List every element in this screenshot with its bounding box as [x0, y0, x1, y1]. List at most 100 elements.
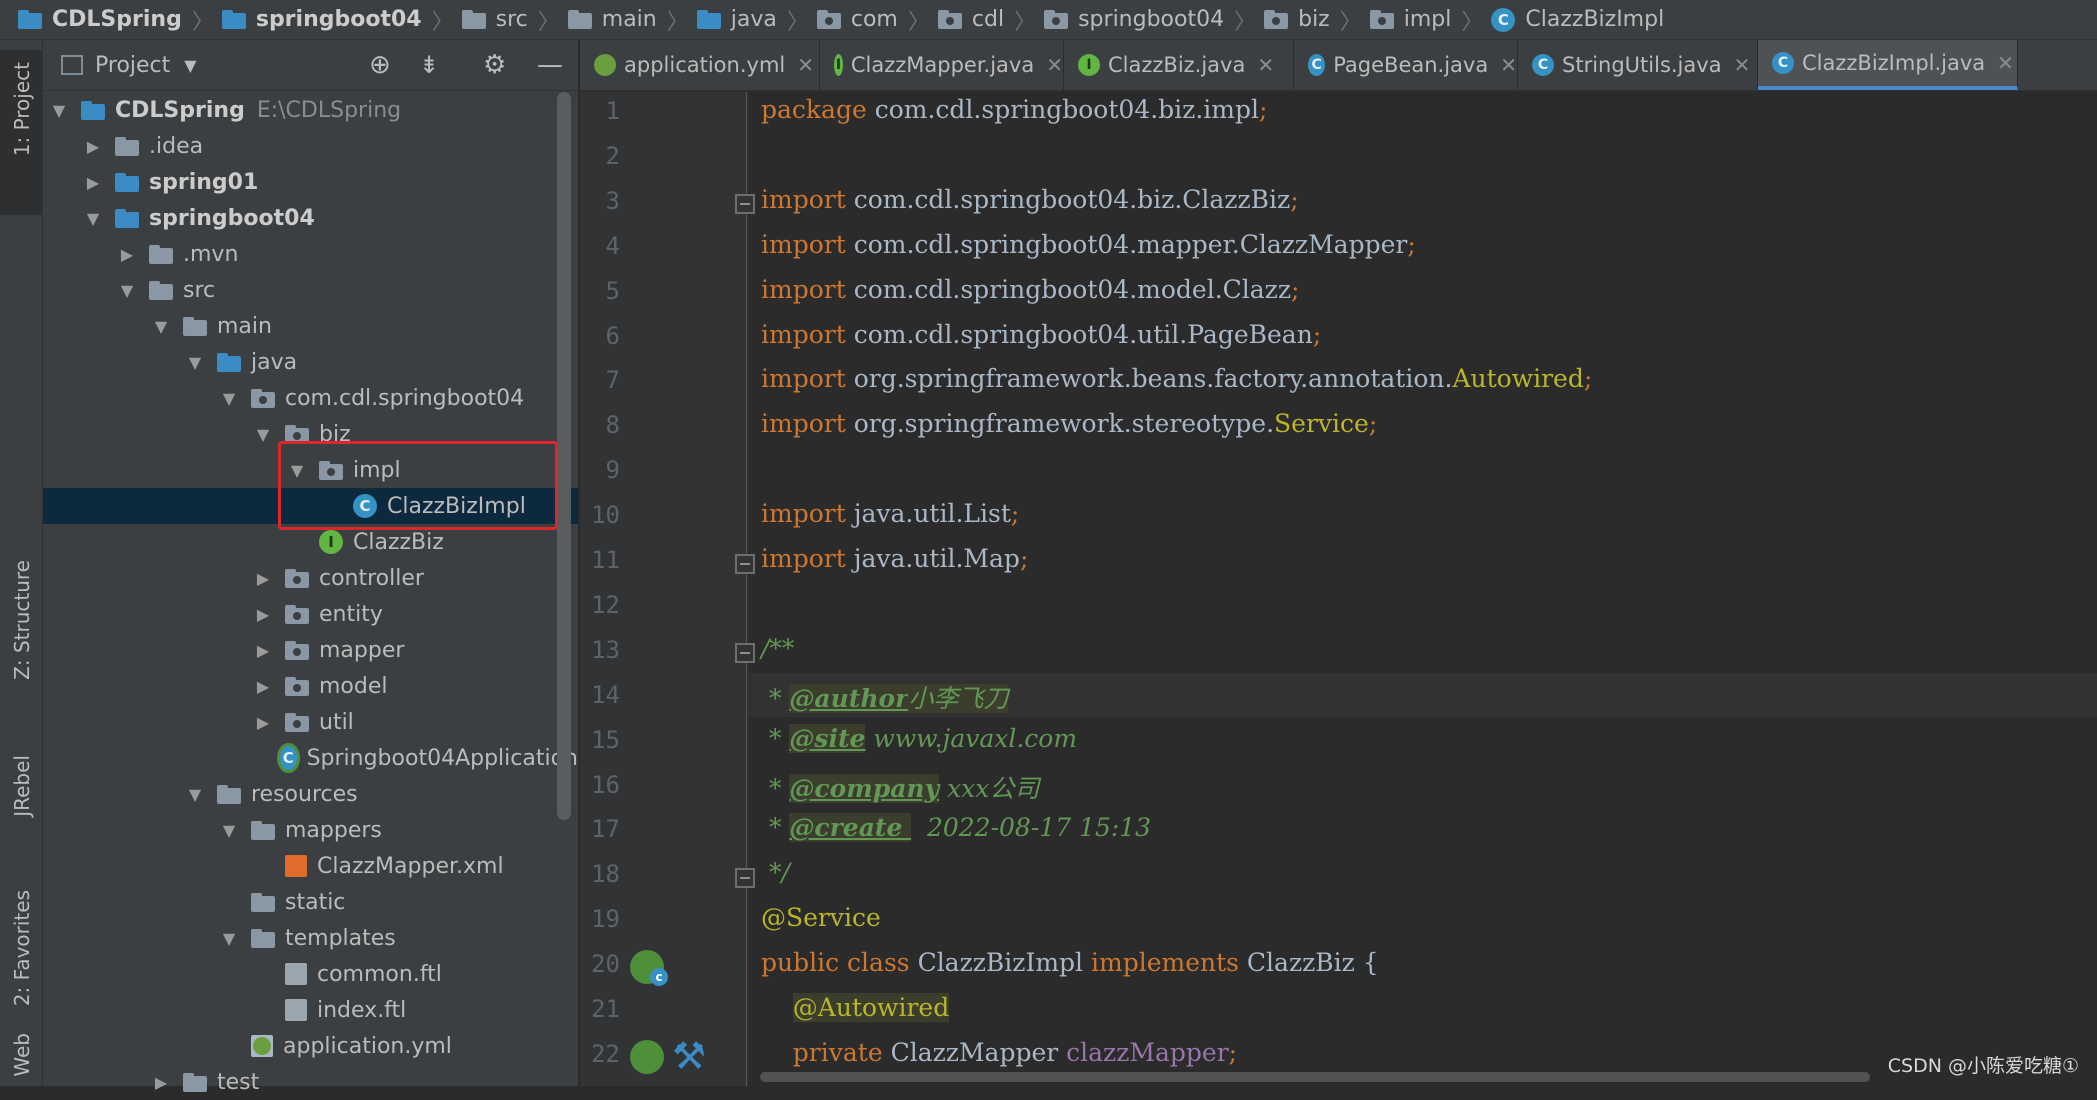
line-number: 10	[591, 501, 620, 530]
tab-clazzbiz-java[interactable]: I ClazzBiz.java ✕	[1064, 40, 1294, 90]
expanded-arrow-icon[interactable]: ▼	[255, 425, 271, 444]
collapsed-arrow-icon[interactable]: ▶	[119, 245, 135, 264]
breadcrumb-item[interactable]: main 〉	[567, 4, 697, 36]
editor-horizontal-scrollbar[interactable]	[760, 1072, 1870, 1082]
fold-toggle-icon[interactable]	[735, 554, 755, 574]
breadcrumb-item[interactable]: cdl 〉	[937, 4, 1044, 36]
tree-node-mappers[interactable]: ▼ mappers	[43, 812, 578, 848]
expanded-arrow-icon[interactable]: ▼	[85, 209, 101, 228]
expanded-arrow-icon[interactable]: ▼	[51, 101, 67, 120]
breadcrumb-item[interactable]: src 〉	[461, 4, 568, 36]
breadcrumb-item[interactable]: java 〉	[696, 4, 817, 36]
tree-node-clazzmapper-xml[interactable]: ClazzMapper.xml	[43, 848, 578, 884]
expanded-arrow-icon[interactable]: ▼	[221, 929, 237, 948]
tab-stringutils-java[interactable]: C StringUtils.java ✕	[1518, 40, 1758, 90]
gear-icon[interactable]: ⚙	[483, 50, 506, 80]
chevron-right-icon: 〉	[1234, 9, 1257, 35]
tree-node-java[interactable]: ▼ java	[43, 344, 578, 380]
expanded-arrow-icon[interactable]: ▼	[221, 389, 237, 408]
collapsed-arrow-icon[interactable]: ▶	[153, 1073, 169, 1092]
tree-node--idea[interactable]: ▶ .idea	[43, 128, 578, 164]
code-line: import com.cdl.springboot04.biz.ClazzBiz…	[761, 185, 1299, 214]
collapsed-arrow-icon[interactable]: ▶	[255, 605, 271, 624]
tree-node-model[interactable]: ▶ model	[43, 668, 578, 704]
tab-jrebel[interactable]: JRebel	[0, 715, 42, 855]
tree-node-util[interactable]: ▶ util	[43, 704, 578, 740]
expanded-arrow-icon[interactable]: ▼	[187, 785, 203, 804]
breadcrumb-item[interactable]: CDLSpring 〉	[18, 4, 222, 36]
tree-node-entity[interactable]: ▶ entity	[43, 596, 578, 632]
tree-node-mapper[interactable]: ▶ mapper	[43, 632, 578, 668]
fold-toggle-icon[interactable]	[735, 194, 755, 214]
navigate-hammer-icon[interactable]: ⚒	[672, 1034, 716, 1078]
collapse-all-icon[interactable]: ⇟	[419, 51, 439, 79]
close-icon[interactable]: ✕	[1257, 53, 1274, 77]
tree-node-index-ftl[interactable]: index.ftl	[43, 992, 578, 1028]
minimize-icon[interactable]: —	[537, 50, 563, 80]
tree-node--mvn[interactable]: ▶ .mvn	[43, 236, 578, 272]
folder-icon	[251, 892, 275, 912]
expanded-arrow-icon[interactable]: ▼	[187, 353, 203, 372]
tree-node-application-yml[interactable]: application.yml	[43, 1028, 578, 1064]
collapsed-arrow-icon[interactable]: ▶	[85, 173, 101, 192]
chevron-down-icon[interactable]: ▼	[184, 56, 196, 75]
collapsed-arrow-icon[interactable]: ▶	[85, 137, 101, 156]
tree-node-spring01[interactable]: ▶ spring01	[43, 164, 578, 200]
highlight-box	[278, 441, 558, 530]
close-icon[interactable]: ✕	[1734, 53, 1751, 77]
collapsed-arrow-icon[interactable]: ▶	[255, 713, 271, 732]
code-token: org.springframework.beans.factory.annota…	[853, 364, 1453, 394]
breadcrumb-item[interactable]: impl 〉	[1369, 4, 1492, 36]
tree-node-cdlspring[interactable]: ▼ CDLSpring E:\CDLSpring	[43, 92, 578, 128]
tree-node-label: Springboot04Application	[306, 745, 578, 771]
breadcrumb-item[interactable]: com 〉	[816, 4, 938, 36]
expanded-arrow-icon[interactable]: ▼	[153, 317, 169, 336]
breadcrumb-item[interactable]: springboot04 〉	[1044, 4, 1264, 36]
close-icon[interactable]: ✕	[797, 53, 814, 77]
spring-bean-gutter-icon[interactable]: c	[630, 950, 668, 986]
tab-pagebean-java[interactable]: C PageBean.java ✕	[1294, 40, 1518, 90]
fold-toggle-icon[interactable]	[735, 643, 755, 663]
tree-node-main[interactable]: ▼ main	[43, 308, 578, 344]
code-token: *	[761, 813, 790, 843]
tree-node-springboot04[interactable]: ▼ springboot04	[43, 200, 578, 236]
tree-node-templates[interactable]: ▼ templates	[43, 920, 578, 956]
expanded-arrow-icon[interactable]: ▼	[119, 281, 135, 300]
tree-node-common-ftl[interactable]: common.ftl	[43, 956, 578, 992]
expanded-arrow-icon[interactable]: ▼	[221, 821, 237, 840]
tree-node-controller[interactable]: ▶ controller	[43, 560, 578, 596]
project-panel-title[interactable]: Project	[95, 53, 170, 78]
tab-clazzbizimpl-java[interactable]: C ClazzBizImpl.java ✕	[1758, 40, 2018, 90]
close-icon[interactable]: ✕	[1997, 51, 2014, 75]
class-icon: C	[1532, 54, 1554, 76]
collapsed-arrow-icon[interactable]: ▶	[255, 677, 271, 696]
close-icon[interactable]: ✕	[1046, 53, 1063, 77]
collapsed-arrow-icon[interactable]: ▶	[255, 641, 271, 660]
line-number: 19	[591, 905, 620, 934]
collapsed-arrow-icon[interactable]: ▶	[255, 569, 271, 588]
crosshair-icon[interactable]: ⊕	[369, 50, 391, 80]
project-path: E:\CDLSpring	[256, 97, 402, 123]
tree-node-springboot04application[interactable]: C Springboot04Application	[43, 740, 578, 776]
folder-icon	[149, 280, 173, 300]
fold-toggle-icon[interactable]	[735, 868, 755, 888]
tree-node-com-cdl-springboot04[interactable]: ▼ com.cdl.springboot04	[43, 380, 578, 416]
project-scrollbar[interactable]	[557, 92, 571, 820]
tab-clazzmapper-java[interactable]: I ClazzMapper.java ✕	[820, 40, 1064, 90]
code-token: import	[761, 229, 854, 259]
breadcrumb-item[interactable]: springboot04 〉	[221, 4, 462, 36]
tab-structure[interactable]: Z: Structure	[0, 530, 42, 690]
tree-node-static[interactable]: static	[43, 884, 578, 920]
tab-favorites[interactable]: 2: Favorites	[0, 850, 42, 1030]
tree-node-src[interactable]: ▼ src	[43, 272, 578, 308]
close-icon[interactable]: ✕	[1500, 53, 1517, 77]
spring-autowire-gutter-icon[interactable]	[630, 1040, 664, 1074]
tab-project[interactable]: 1: Project	[0, 50, 42, 215]
breadcrumb-item[interactable]: C ClazzBizImpl	[1491, 7, 1664, 32]
tree-node-test[interactable]: ▶ test	[43, 1064, 578, 1100]
tab-application-yml[interactable]: application.yml ✕	[580, 40, 820, 90]
breadcrumb-label: cdl	[971, 7, 1005, 32]
tab-web[interactable]: Web	[0, 1025, 42, 1085]
tree-node-resources[interactable]: ▼ resources	[43, 776, 578, 812]
breadcrumb-item[interactable]: biz 〉	[1264, 4, 1370, 36]
